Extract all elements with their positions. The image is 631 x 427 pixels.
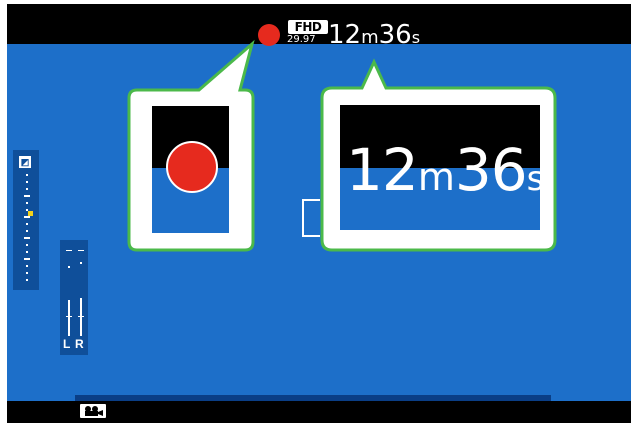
callout-recording-time: 12m36s bbox=[340, 105, 540, 230]
callout-recording-indicator bbox=[152, 106, 229, 233]
movie-mode-icon bbox=[80, 404, 106, 418]
big-time-minutes: 12 bbox=[346, 136, 419, 204]
big-time-minutes-unit: m bbox=[417, 155, 455, 199]
record-dot-icon-enlarged bbox=[166, 141, 218, 193]
camera-screen: FHD 29.97 12m36s ◩ L R 12m36s bbox=[7, 4, 631, 423]
big-time-seconds-unit: s bbox=[526, 159, 540, 199]
big-time-seconds: 36 bbox=[454, 136, 528, 204]
recording-time-enlarged: 12m36s bbox=[346, 135, 540, 220]
